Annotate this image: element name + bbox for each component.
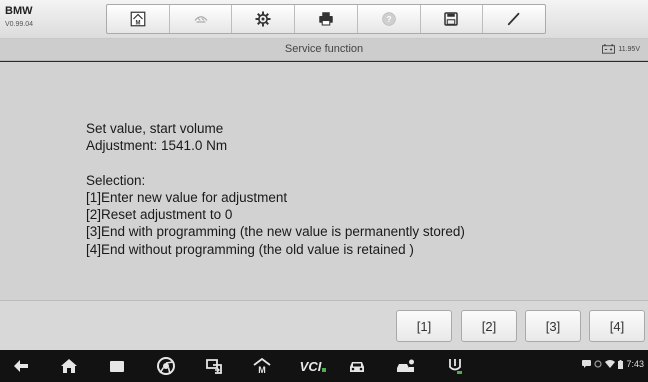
chrome-icon: [157, 357, 175, 375]
message-line: [2]Reset adjustment to 0: [86, 207, 233, 223]
message-line: Adjustment: 1541.0 Nm: [86, 138, 228, 154]
select-option-2-button[interactable]: [2]: [461, 310, 517, 342]
action-button-bar: [1] [2] [3] [4]: [0, 300, 648, 350]
repair-button[interactable]: [395, 355, 417, 377]
message-line: Selection:: [86, 172, 146, 188]
autel-home-icon: M: [253, 357, 271, 375]
svg-text:M: M: [258, 365, 266, 375]
message-icon: [582, 360, 592, 368]
home-icon: M: [130, 11, 146, 27]
autel-home-button[interactable]: M: [251, 355, 273, 377]
sync-icon: [594, 360, 603, 368]
voltage-value: 11.95V: [618, 45, 640, 53]
save-tool-button[interactable]: [421, 5, 484, 33]
wifi-icon: [605, 360, 616, 368]
car-icon: [350, 362, 364, 372]
remote-icon: [206, 359, 222, 374]
annotate-tool-button[interactable]: [483, 5, 545, 33]
printer-icon: [319, 12, 333, 26]
select-option-1-button[interactable]: [1]: [396, 310, 452, 342]
save-icon: [444, 12, 459, 26]
gear-icon: [255, 11, 271, 27]
select-option-3-button[interactable]: [3]: [525, 310, 581, 342]
mic-icon: [449, 359, 462, 374]
system-navigation-bar: M VCI 7:43: [0, 350, 648, 382]
message-line: [1]Enter new value for adjustment: [86, 189, 288, 205]
pen-icon: [508, 12, 520, 26]
mic-button[interactable]: [444, 355, 466, 377]
battery-icon: [602, 44, 616, 54]
message-text: Set value, start volume Adjustment: 1541…: [86, 120, 465, 258]
message-line: Set value, start volume: [86, 121, 224, 136]
select-option-4-button[interactable]: [4]: [589, 310, 645, 342]
vci-status-dot: [322, 368, 327, 372]
vci-button[interactable]: VCI: [298, 355, 328, 377]
page-title: Service function: [284, 43, 364, 55]
toolbar: M ?: [106, 4, 546, 34]
back-icon: [14, 360, 28, 372]
app-header: BMW V0.99.04 M ?: [0, 0, 648, 39]
home-tool-button[interactable]: M: [107, 5, 170, 33]
message-panel: Set value, start volume Adjustment: 1541…: [0, 62, 648, 300]
recent-apps-button[interactable]: [106, 355, 128, 377]
home-icon: [61, 359, 77, 373]
message-line: [4]End without programming (the old valu…: [86, 241, 414, 257]
print-tool-button[interactable]: [295, 5, 358, 33]
repair-icon: [397, 359, 414, 372]
vehicle-swap-tool-button[interactable]: [170, 5, 233, 33]
remote-desk-button[interactable]: [203, 355, 225, 377]
back-button[interactable]: [10, 355, 32, 377]
help-icon: ?: [381, 12, 396, 26]
android-home-button[interactable]: [58, 355, 80, 377]
svg-text:M: M: [135, 20, 140, 26]
clock: 7:43: [626, 359, 644, 369]
svg-text:?: ?: [386, 15, 391, 24]
battery-voltage: 11.95V: [602, 44, 640, 54]
vehicle-button[interactable]: [346, 355, 368, 377]
message-line: [3]End with programming (the new value i…: [86, 224, 465, 240]
status-tray: 7:43: [582, 359, 644, 369]
vci-icon: VCI: [299, 358, 322, 374]
recent-apps-icon: [110, 361, 124, 372]
browser-button[interactable]: [155, 355, 177, 377]
brand-version: V0.99.04: [5, 21, 34, 28]
help-tool-button[interactable]: ?: [358, 5, 421, 33]
battery-status-icon: [618, 359, 624, 369]
vehicle-swap-icon: [194, 16, 208, 23]
settings-tool-button[interactable]: [232, 5, 296, 33]
brand-name: BMW: [5, 5, 33, 17]
title-bar: Service function 11.95V: [0, 39, 648, 61]
brand-block: BMW V0.99.04: [5, 5, 67, 33]
